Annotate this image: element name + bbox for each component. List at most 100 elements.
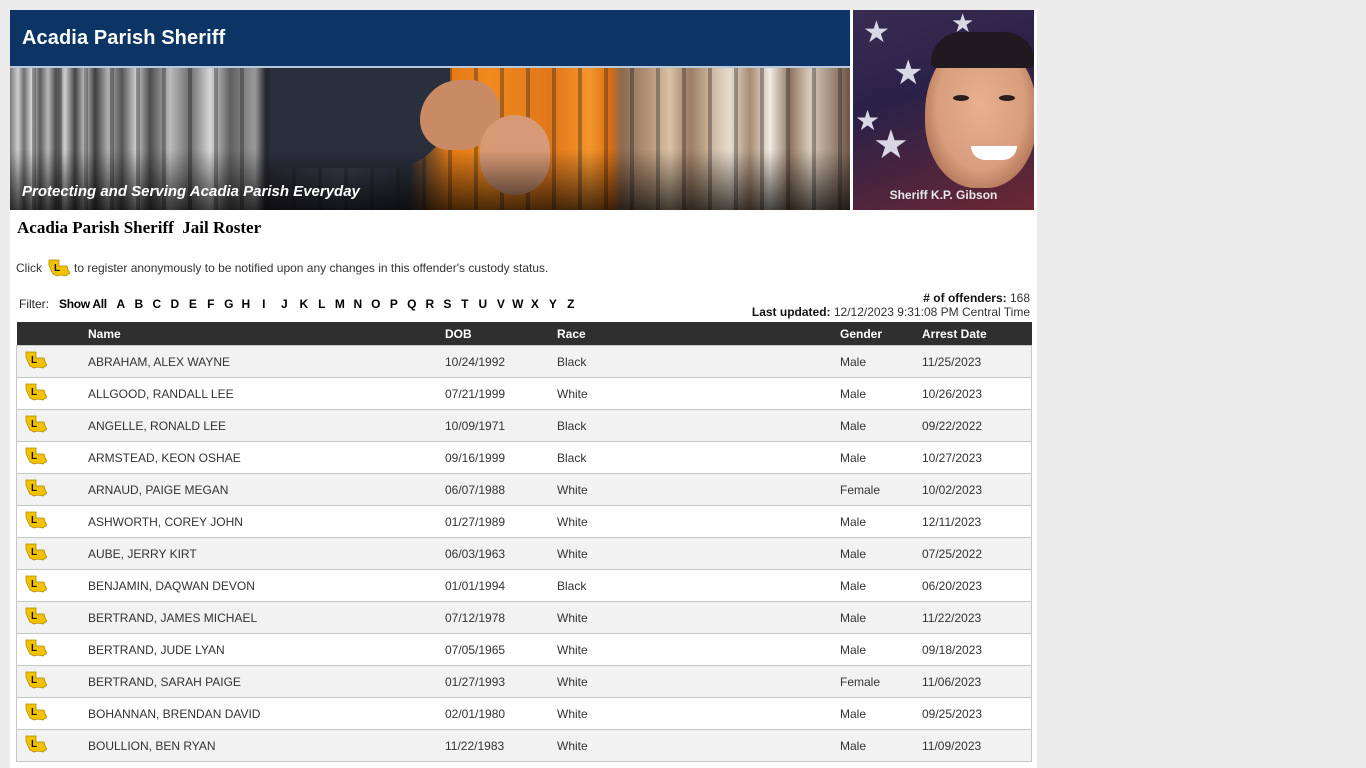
filter-show-all[interactable]: Show All <box>59 297 107 311</box>
offender-gender: Male <box>840 345 922 378</box>
svg-text:L: L <box>31 451 37 462</box>
table-row[interactable]: L AUBE, JERRY KIRT 06/03/1963 White Male 07/2… <box>16 537 1032 570</box>
louisiana-register-icon[interactable]: L <box>25 543 47 561</box>
louisiana-register-icon[interactable]: L <box>25 383 47 401</box>
notice-text-before: Click <box>16 261 42 275</box>
offender-race: White <box>557 537 840 570</box>
filter-letter-v[interactable]: V <box>492 297 510 311</box>
offender-race: White <box>557 473 840 506</box>
louisiana-register-icon[interactable]: L <box>25 735 47 753</box>
louisiana-register-icon[interactable]: L <box>25 479 47 497</box>
offender-name[interactable]: ANGELLE, RONALD LEE <box>81 409 445 442</box>
offender-name[interactable]: BERTRAND, JUDE LYAN <box>81 633 445 666</box>
offender-name[interactable]: BOULLION, BEN RYAN <box>81 729 445 762</box>
louisiana-register-icon[interactable]: L <box>25 607 47 625</box>
offender-name[interactable]: BERTRAND, SARAH PAIGE <box>81 665 445 698</box>
filter-letter-u[interactable]: U <box>474 297 492 311</box>
offender-name[interactable]: BERTRAND, JAMES MICHAEL <box>81 601 445 634</box>
table-row[interactable]: L BERTRAND, SARAH PAIGE 01/27/1993 White Fem… <box>16 665 1032 698</box>
table-row[interactable]: L ALLGOOD, RANDALL LEE 07/21/1999 White Male… <box>16 377 1032 410</box>
table-row[interactable]: L ASHWORTH, COREY JOHN 01/27/1989 White Male… <box>16 505 1032 538</box>
filter-letter-f[interactable]: F <box>202 297 220 311</box>
offender-name[interactable]: BENJAMIN, DAQWAN DEVON <box>81 569 445 602</box>
table-row[interactable]: L ABRAHAM, ALEX WAYNE 10/24/1992 Black Male 1… <box>16 345 1032 378</box>
table-body: L ABRAHAM, ALEX WAYNE 10/24/1992 Black Male 1… <box>16 345 1032 762</box>
table-row[interactable]: L BOULLION, BEN RYAN 11/22/1983 White Male 11… <box>16 729 1032 762</box>
filter-letter-e[interactable]: E <box>184 297 202 311</box>
offender-name[interactable]: ARNAUD, PAIGE MEGAN <box>81 473 445 506</box>
table-row[interactable]: L BERTRAND, JUDE LYAN 07/05/1965 White Male 0… <box>16 633 1032 666</box>
filter-letter-l[interactable]: L <box>313 297 331 311</box>
header-banner: Acadia Parish Sheriff Protecting and Ser… <box>10 10 850 210</box>
filter-letter-n[interactable]: N <box>349 297 367 311</box>
eye <box>999 95 1015 101</box>
table-row[interactable]: L BOHANNAN, BRENDAN DAVID 02/01/1980 White M… <box>16 697 1032 730</box>
filter-letter-g[interactable]: G <box>220 297 238 311</box>
offender-race: Black <box>557 345 840 378</box>
table-row[interactable]: L ARNAUD, PAIGE MEGAN 06/07/1988 White Femal… <box>16 473 1032 506</box>
title-bar: Acadia Parish Sheriff <box>10 10 850 68</box>
filter-letter-a[interactable]: A <box>112 297 130 311</box>
offender-name[interactable]: BOHANNAN, BRENDAN DAVID <box>81 697 445 730</box>
louisiana-register-icon[interactable]: L <box>25 447 47 465</box>
filter-letter-p[interactable]: P <box>385 297 403 311</box>
svg-text:L: L <box>31 387 37 398</box>
louisiana-register-icon[interactable]: L <box>25 575 47 593</box>
row-icon-cell: L <box>16 377 81 410</box>
updated-label: Last updated: <box>751 305 831 319</box>
filter-letter-w[interactable]: W <box>510 297 526 311</box>
offender-arrest-date: 06/20/2023 <box>922 569 1032 602</box>
filter-letter-y[interactable]: Y <box>544 297 562 311</box>
filter-letter-k[interactable]: K <box>295 297 313 311</box>
offender-gender: Male <box>840 377 922 410</box>
filter-letter-q[interactable]: Q <box>403 297 421 311</box>
louisiana-register-icon[interactable]: L <box>48 259 70 277</box>
eye <box>953 95 969 101</box>
filter-letter-i[interactable]: I <box>254 297 274 311</box>
table-row[interactable]: L BERTRAND, JAMES MICHAEL 07/12/1978 White M… <box>16 601 1032 634</box>
filter-letter-d[interactable]: D <box>166 297 184 311</box>
offender-name[interactable]: ASHWORTH, COREY JOHN <box>81 505 445 538</box>
filter-letter-z[interactable]: Z <box>562 297 580 311</box>
louisiana-register-icon[interactable]: L <box>25 639 47 657</box>
offender-gender: Male <box>840 569 922 602</box>
louisiana-register-icon[interactable]: L <box>25 415 47 433</box>
offender-gender: Female <box>840 665 922 698</box>
header-race[interactable]: Race <box>557 322 840 346</box>
filter-letter-m[interactable]: M <box>331 297 349 311</box>
offender-name[interactable]: ALLGOOD, RANDALL LEE <box>81 377 445 410</box>
offender-name[interactable]: ABRAHAM, ALEX WAYNE <box>81 345 445 378</box>
filter-letter-r[interactable]: R <box>421 297 439 311</box>
filter-letter-x[interactable]: X <box>526 297 544 311</box>
table-row[interactable]: L ANGELLE, RONALD LEE 10/09/1971 Black Male 0… <box>16 409 1032 442</box>
filter-letter-h[interactable]: H <box>238 297 254 311</box>
offender-name[interactable]: AUBE, JERRY KIRT <box>81 537 445 570</box>
louisiana-register-icon[interactable]: L <box>25 511 47 529</box>
offender-name[interactable]: ARMSTEAD, KEON OSHAE <box>81 441 445 474</box>
register-notice: Click L to register anonymously to be no… <box>16 259 548 277</box>
louisiana-register-icon[interactable]: L <box>25 351 47 369</box>
header-gender[interactable]: Gender <box>840 322 922 346</box>
louisiana-register-icon[interactable]: L <box>25 671 47 689</box>
site-title[interactable]: Acadia Parish Sheriff <box>22 27 225 50</box>
filter-letter-o[interactable]: O <box>367 297 385 311</box>
offenders-count: 168 <box>1009 291 1030 305</box>
offender-race: White <box>557 665 840 698</box>
filter-letter-t[interactable]: T <box>456 297 474 311</box>
louisiana-register-icon[interactable]: L <box>25 703 47 721</box>
filter-letter-b[interactable]: B <box>130 297 148 311</box>
filter-letter-j[interactable]: J <box>274 297 295 311</box>
header-name[interactable]: Name <box>81 322 445 346</box>
filter-letter-s[interactable]: S <box>439 297 456 311</box>
svg-text:L: L <box>31 707 37 718</box>
table-row[interactable]: L BENJAMIN, DAQWAN DEVON 01/01/1994 Black Ma… <box>16 569 1032 602</box>
header-arrest-date[interactable]: Arrest Date <box>922 322 1032 346</box>
header-dob[interactable]: DOB <box>445 322 557 346</box>
filter-letter-c[interactable]: C <box>148 297 166 311</box>
offender-race: Black <box>557 409 840 442</box>
star-icon: ★ <box>873 123 909 167</box>
row-icon-cell: L <box>16 569 81 602</box>
offender-arrest-date: 11/06/2023 <box>922 665 1032 698</box>
offender-arrest-date: 11/09/2023 <box>922 729 1032 762</box>
table-row[interactable]: L ARMSTEAD, KEON OSHAE 09/16/1999 Black Male… <box>16 441 1032 474</box>
